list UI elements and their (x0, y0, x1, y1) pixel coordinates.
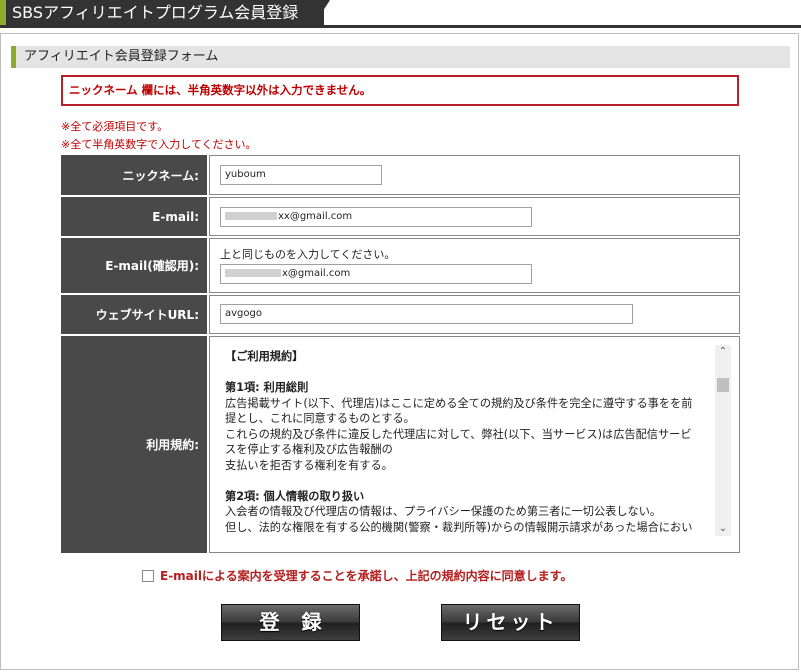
website-label: ウェブサイトURL: (61, 295, 207, 334)
email-confirm-value: x@gmail.com (282, 268, 351, 279)
email-value: xx@gmail.com (278, 211, 353, 222)
nickname-cell: yuboum (209, 155, 740, 195)
terms-line: 入会者の情報及び代理店の情報は、プライバシー保護のため第三者に一切公表しない。 (225, 505, 662, 518)
section-title-bar: アフィリエイト会員登録フォーム (11, 46, 790, 68)
website-value: avgogo (225, 308, 262, 319)
email-input[interactable]: xx@gmail.com (220, 207, 532, 227)
form-panel: アフィリエイト会員登録フォーム ニックネーム 欄には、半角英数字以外は入力できま… (0, 33, 799, 670)
email-label: E-mail: (61, 197, 207, 236)
section-title: アフィリエイト会員登録フォーム (24, 49, 219, 64)
nickname-row: ニックネーム: yuboum (61, 155, 740, 195)
terms-line (225, 473, 705, 489)
header-tab-slant (314, 0, 330, 25)
reset-button[interactable]: リセット (441, 604, 580, 641)
page-title: SBSアフィリエイトプログラム会員登録 (12, 3, 299, 22)
scroll-thumb[interactable] (717, 378, 729, 392)
email-confirm-input[interactable]: x@gmail.com (220, 264, 532, 284)
terms-textarea[interactable]: 【ご利用規約】 第1項: 利用総則 広告掲載サイト(以下、代理店)はここに定める… (225, 349, 705, 535)
terms-line: 但し、法的な権限を有する公的機関(警察・裁判所等)からの情報開示請求があった場合… (225, 520, 693, 534)
terms-line: 【ご利用規約】 (225, 350, 304, 363)
redacted-text (225, 269, 281, 277)
scroll-up-icon[interactable]: ⌃ (715, 345, 731, 359)
scroll-down-icon[interactable]: ⌄ (715, 522, 731, 536)
email-confirm-label: E-mail(確認用): (61, 238, 207, 293)
terms-line: 支払いを拒否する権利を有する。 (225, 458, 393, 472)
terms-line: スを停止する権利及び広告報酬の (225, 443, 393, 456)
terms-row: 利用規約: 【ご利用規約】 第1項: 利用総則 広告掲載サイト(以下、代理店)は… (61, 336, 740, 553)
email-cell: xx@gmail.com (209, 197, 740, 236)
redacted-text (225, 212, 277, 220)
website-row: ウェブサイトURL: avgogo (61, 295, 740, 334)
terms-line: 広告掲載サイト(以下、代理店)はここに定める全ての規約及び条件を完全に遵守する事… (225, 396, 693, 410)
email-confirm-hint: 上と同じものを入力してください。 (220, 248, 396, 261)
terms-line: これらの規約及び条件に違反した代理店に対して、弊社(以下、当サービス)は広告配信… (225, 427, 692, 441)
alphanumeric-note: ※全て半角英数字で入力してください。 (61, 138, 257, 151)
terms-line: 第1項: 利用総則 (225, 381, 309, 394)
error-message: ニックネーム 欄には、半角英数字以外は入力できません。 (69, 83, 372, 97)
website-input[interactable]: avgogo (220, 304, 633, 324)
nickname-label: ニックネーム: (61, 155, 207, 195)
terms-line: 提とし、これに同意するものとする。 (225, 412, 415, 425)
consent-checkbox[interactable] (142, 570, 154, 582)
nickname-input[interactable]: yuboum (220, 165, 382, 185)
email-confirm-row: E-mail(確認用): 上と同じものを入力してください。 x@gmail.co… (61, 238, 740, 293)
header-rule (0, 25, 801, 28)
required-note: ※全て必須項目です。 (61, 120, 169, 133)
terms-line: 第2項: 個人情報の取り扱い (225, 489, 365, 503)
page-header: SBSアフィリエイトプログラム会員登録 (0, 0, 801, 30)
terms-line (225, 365, 705, 381)
terms-scrollbar[interactable]: ⌃ ⌄ (715, 345, 731, 536)
terms-label: 利用規約: (61, 336, 207, 553)
error-message-box: ニックネーム 欄には、半角英数字以外は入力できません。 (61, 75, 739, 106)
email-confirm-cell: 上と同じものを入力してください。 x@gmail.com (209, 238, 740, 293)
terms-cell: 【ご利用規約】 第1項: 利用総則 広告掲載サイト(以下、代理店)はここに定める… (209, 336, 740, 553)
website-cell: avgogo (209, 295, 740, 334)
nickname-value: yuboum (225, 169, 266, 180)
consent-label[interactable]: E-mailによる案内を受理することを承諾し、上記の規約内容に同意します。 (160, 569, 572, 584)
register-button[interactable]: 登録 (221, 604, 360, 641)
email-row: E-mail: xx@gmail.com (61, 197, 740, 236)
